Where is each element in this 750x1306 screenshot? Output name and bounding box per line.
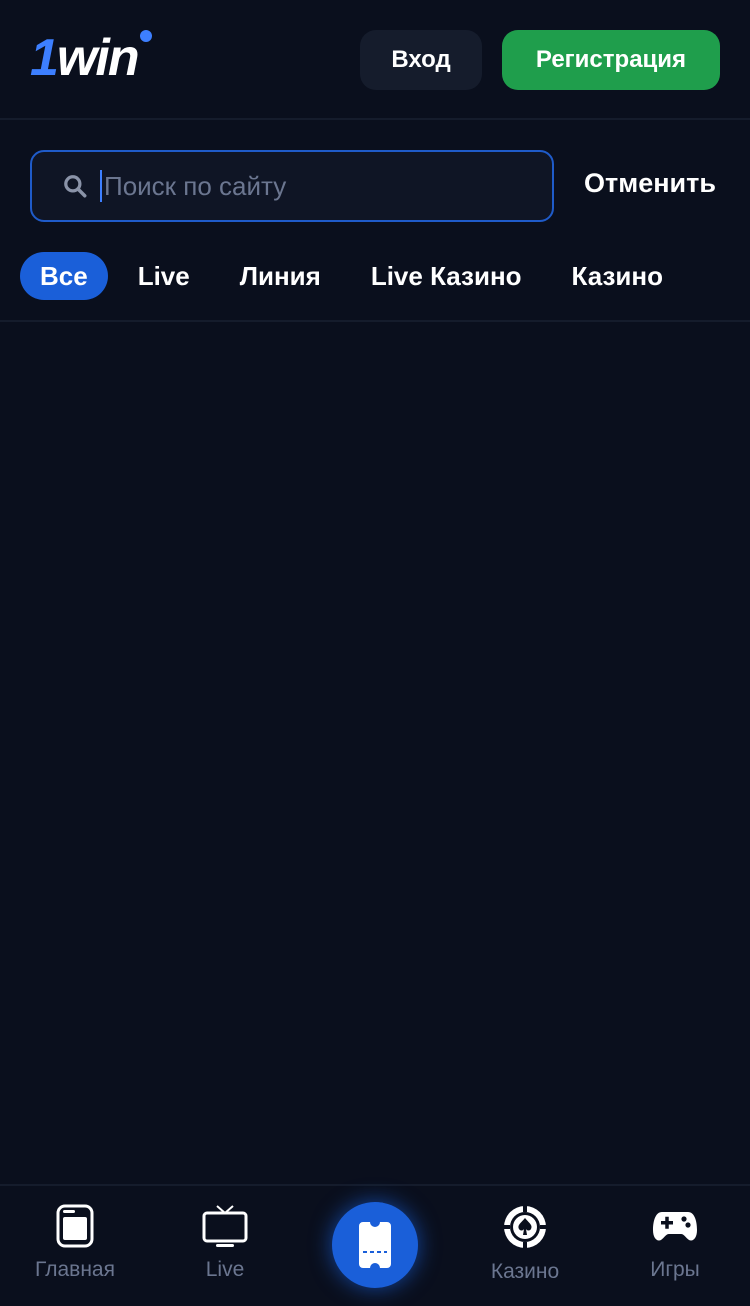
logo-text: win — [57, 30, 152, 84]
filter-tabs: Все Live Линия Live Казино Казино — [20, 252, 693, 300]
logo[interactable]: 1 win — [30, 28, 152, 87]
nav-label-live: Live — [205, 1258, 245, 1281]
header: 1 win Вход Регистрация — [0, 0, 750, 120]
tab-all[interactable]: Все — [20, 252, 108, 300]
nav-item-games[interactable]: Игры — [600, 1204, 750, 1282]
cancel-button[interactable]: Отменить — [584, 168, 716, 199]
nav-label-casino: Казино — [490, 1260, 560, 1283]
nav-label-games: Игры — [650, 1258, 700, 1281]
gamepad-icon — [653, 1212, 697, 1241]
search-field[interactable] — [30, 150, 554, 222]
tab-live-casino[interactable]: Live Казино — [351, 252, 542, 300]
ticket-icon — [359, 1222, 391, 1268]
bottom-nav: Главная Live Казино Игры — [0, 1184, 750, 1306]
home-icon — [56, 1204, 94, 1248]
search-icon — [64, 175, 87, 198]
casino-chip-icon — [504, 1206, 546, 1248]
nav-item-home[interactable]: Главная — [0, 1204, 150, 1282]
search-input[interactable] — [102, 169, 526, 203]
nav-item-casino[interactable]: Казино — [450, 1204, 600, 1284]
tab-line[interactable]: Линия — [220, 252, 341, 300]
tv-icon — [202, 1205, 248, 1247]
bet-slip-button[interactable] — [332, 1202, 418, 1288]
nav-item-live[interactable]: Live — [150, 1204, 300, 1282]
nav-label-home: Главная — [35, 1258, 115, 1281]
tab-casino[interactable]: Казино — [552, 252, 683, 300]
register-button[interactable]: Регистрация — [502, 30, 720, 90]
divider — [0, 320, 750, 322]
tab-live[interactable]: Live — [118, 252, 210, 300]
login-button[interactable]: Вход — [360, 30, 482, 90]
logo-prefix: 1 — [30, 29, 59, 87]
